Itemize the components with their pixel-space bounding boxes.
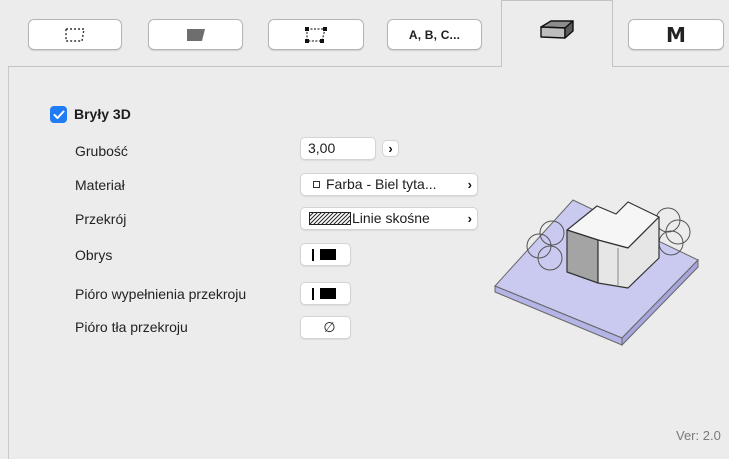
- vertex-shape-icon: [305, 26, 327, 43]
- checkmark-icon: [53, 110, 64, 119]
- cut-bg-pen-label: Pióro tła przekroju: [75, 319, 188, 335]
- section-title: Bryły 3D: [74, 106, 131, 122]
- outline-pen-selector[interactable]: [300, 243, 351, 266]
- tab-text-label: A, B, C...: [408, 27, 461, 42]
- 3d-preview-image: [494, 199, 699, 347]
- cut-fill-pen-selector[interactable]: [300, 282, 351, 305]
- tab-outline[interactable]: [28, 19, 122, 50]
- tab-solid[interactable]: [501, 0, 613, 67]
- thickness-input[interactable]: 3,00: [300, 137, 376, 160]
- tab-model[interactable]: M: [628, 19, 724, 50]
- pen-color-swatch: [320, 249, 336, 260]
- cut-bg-pen-selector[interactable]: ∅: [300, 316, 351, 339]
- chevron-right-icon: ›: [467, 177, 472, 192]
- bryly-3d-checkbox[interactable]: [50, 106, 67, 123]
- empty-pen-icon: ∅: [323, 319, 336, 335]
- thickness-label: Grubość: [75, 143, 128, 159]
- tab-model-label: M: [666, 22, 686, 47]
- tab-text[interactable]: A, B, C...: [387, 19, 482, 50]
- pen-line-icon: [312, 248, 314, 261]
- cut-fill-value: Linie skośne: [352, 210, 430, 226]
- pen-color-swatch: [320, 288, 336, 299]
- material-label: Materiał: [75, 177, 125, 193]
- tab-fill[interactable]: [148, 19, 243, 50]
- outline-label: Obrys: [75, 247, 113, 263]
- filled-shape-icon: [186, 28, 205, 41]
- tab-vertices[interactable]: [268, 19, 364, 50]
- pen-line-icon: [312, 287, 314, 300]
- cut-fill-selector[interactable]: Linie skośne ›: [300, 207, 478, 230]
- chevron-right-icon: ›: [467, 211, 472, 226]
- material-swatch-icon: [313, 181, 320, 188]
- dashed-outline-icon: [65, 27, 85, 42]
- thickness-value: 3,00: [308, 140, 336, 156]
- 3d-block-icon: [540, 20, 574, 39]
- hatch-pattern-icon: [309, 212, 351, 225]
- cut-fill-label: Przekrój: [75, 211, 127, 227]
- material-value: Farba - Biel tyta...: [326, 176, 437, 192]
- cut-fill-pen-label: Pióro wypełnienia przekroju: [75, 286, 247, 302]
- version-label: Ver: 2.0: [676, 428, 721, 443]
- thickness-arrow-button[interactable]: ›: [382, 140, 399, 157]
- tab-bar: A, B, C... M: [0, 0, 729, 67]
- chevron-right-icon: ›: [388, 141, 393, 156]
- material-selector[interactable]: Farba - Biel tyta... ›: [300, 173, 478, 196]
